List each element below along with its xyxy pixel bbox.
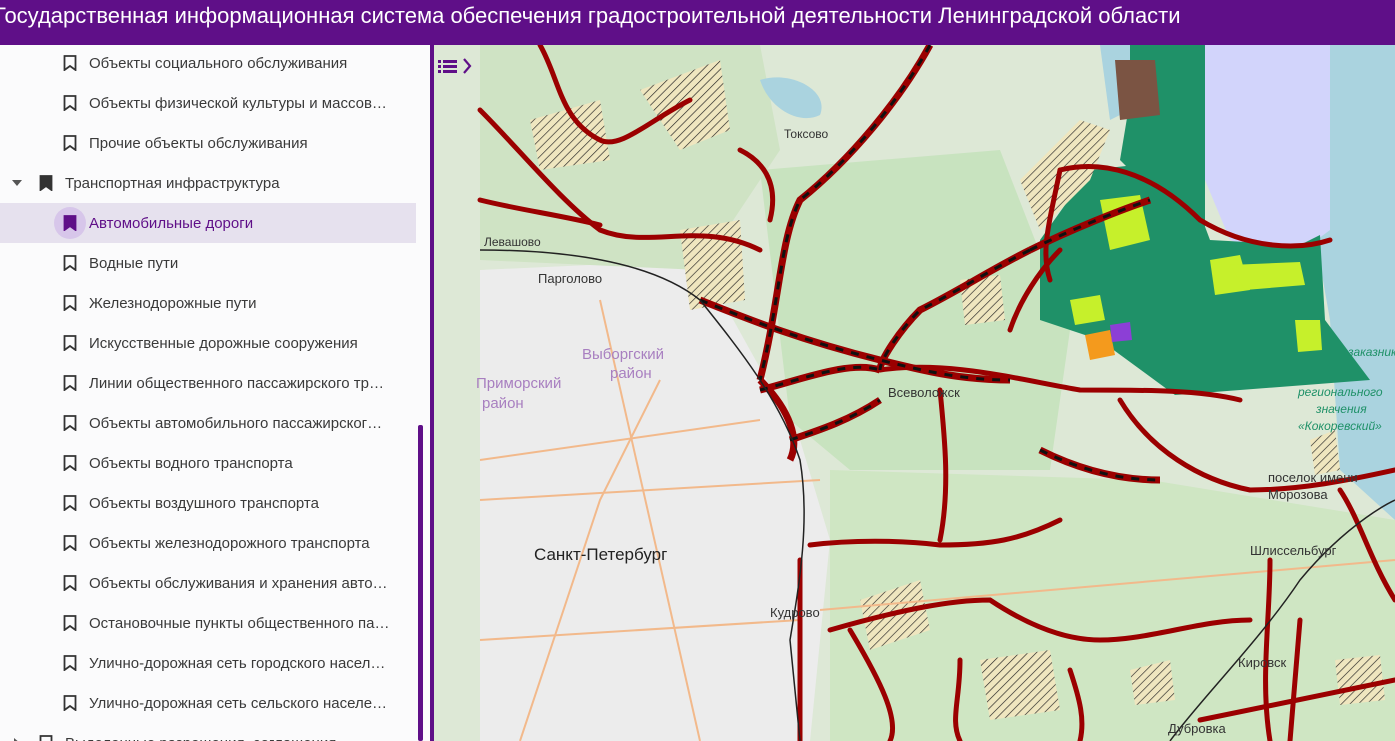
map-label-kudrovo: Кудрово <box>770 605 820 620</box>
layer-label: Объекты автомобильного пассажирског… <box>89 414 383 432</box>
layer-label: Автомобильные дороги <box>89 214 254 232</box>
layer-label: Прочие объекты обслуживания <box>89 134 308 152</box>
bookmark-outline-icon <box>63 655 77 671</box>
bookmark-outline-icon <box>39 735 53 741</box>
map-label-vyborgsky: Выборгский <box>582 346 665 363</box>
layer-item[interactable]: Остановочные пункты общественного па… <box>0 603 416 643</box>
map-label-primorsky: Приморский <box>476 375 562 392</box>
layers-panel: Объекты социального обслуживания Объекты … <box>0 45 431 741</box>
layer-item[interactable]: Объекты водного транспорта <box>0 443 416 483</box>
layer-item[interactable]: Объекты социального обслуживания <box>0 45 416 83</box>
map-label-dubrovka: Дубровка <box>1168 721 1226 736</box>
layer-group[interactable]: Выделенные разрешения, соглашения <box>0 723 416 741</box>
layer-label: Улично-дорожная сеть сельского населе… <box>89 694 388 712</box>
layer-label: Железнодорожные пути <box>89 294 257 312</box>
layer-label: Водные пути <box>89 254 179 272</box>
map-label-toksovo: Токсово <box>784 127 829 141</box>
bookmark-outline-icon <box>63 615 77 631</box>
layer-item[interactable]: Улично-дорожная сеть городского насел… <box>0 643 416 683</box>
layer-item[interactable]: Искусственные дорожные сооружения <box>0 323 416 363</box>
layer-label: Линии общественного пассажирского тр… <box>89 374 384 392</box>
map-label-raion: район <box>610 365 652 382</box>
layer-label: Улично-дорожная сеть городского насел… <box>89 654 386 672</box>
layer-label: Выделенные разрешения, соглашения <box>65 735 387 741</box>
layer-group[interactable]: Транспортная инфраструктура <box>0 163 416 203</box>
bookmark-outline-icon <box>63 535 77 551</box>
map-label-pargolovo: Парголово <box>538 271 603 286</box>
layer-label: Искусственные дорожные сооружения <box>89 334 358 352</box>
bookmark-outline-icon <box>63 95 77 111</box>
layer-item[interactable]: Автомобильные дороги <box>0 203 416 243</box>
map-label-raion-primorsky: район <box>482 395 524 412</box>
list-icon <box>438 58 472 74</box>
layer-label: Объекты социального обслуживания <box>89 54 348 72</box>
app-header: Государственная информационная система о… <box>0 0 1395 45</box>
map-label-spb: Санкт-Петербург <box>534 545 668 564</box>
layer-item[interactable]: Железнодорожные пути <box>0 283 416 323</box>
layer-item[interactable]: Объекты обслуживания и хранения авто… <box>0 563 416 603</box>
layer-label: Объекты железнодорожного транспорта <box>89 534 370 552</box>
layer-item[interactable]: Улично-дорожная сеть сельского населе… <box>0 683 416 723</box>
layer-label: Объекты физической культуры и массов… <box>89 94 387 112</box>
app-title: Государственная информационная система о… <box>0 3 1181 28</box>
map-label-morozova-2: Морозова <box>1268 487 1328 502</box>
layer-label: Объекты воздушного транспорта <box>89 494 319 512</box>
bookmark-outline-icon <box>63 55 77 71</box>
bookmark-outline-icon <box>63 695 77 711</box>
bookmark-outline-icon <box>63 135 77 151</box>
layer-item[interactable]: Объекты железнодорожного транспорта <box>0 523 416 563</box>
layer-item[interactable]: Объекты физической культуры и массов… <box>0 83 416 123</box>
layer-item[interactable]: Водные пути <box>0 243 416 283</box>
layer-item[interactable]: Линии общественного пассажирского тр… <box>0 363 416 403</box>
bookmark-outline-icon <box>63 255 77 271</box>
map-label-zakaznik-3: значения <box>1316 402 1367 416</box>
scrollbar[interactable] <box>418 425 423 741</box>
map-label-vsevolozhsk: Всеволожск <box>888 385 960 400</box>
bookmark-outline-icon <box>63 455 77 471</box>
map-label-zakaznik-1: заказник <box>1348 345 1395 359</box>
panel-divider[interactable] <box>430 45 434 741</box>
bookmark-outline-icon <box>63 295 77 311</box>
bookmark-filled-icon <box>39 175 53 191</box>
map-label-morozova-1: поселок имени <box>1268 470 1358 485</box>
map-label-zakaznik-4: «Кокоревский» <box>1298 419 1382 433</box>
map-label-kirovsk: Кировск <box>1238 655 1287 670</box>
layer-label: Остановочные пункты общественного па… <box>89 614 390 632</box>
bookmark-outline-icon <box>63 375 77 391</box>
panel-toggle-button[interactable] <box>430 45 480 90</box>
layer-label: Объекты обслуживания и хранения авто… <box>89 574 388 592</box>
map-label-zakaznik-2: регионального <box>1298 385 1383 399</box>
bookmark-outline-icon <box>63 575 77 591</box>
bookmark-filled-icon <box>63 215 77 231</box>
layer-label: Объекты водного транспорта <box>89 454 293 472</box>
map-label-shlisselburg: Шлиссельбург <box>1250 543 1337 558</box>
chevron-right-icon <box>463 58 472 74</box>
bookmark-outline-icon <box>63 335 77 351</box>
layer-item[interactable]: Прочие объекты обслуживания <box>0 123 416 163</box>
layer-item[interactable]: Объекты автомобильного пассажирског… <box>0 403 416 443</box>
layer-label: Транспортная инфраструктура <box>65 174 280 192</box>
caret-down-icon[interactable] <box>12 180 22 186</box>
brown-zone <box>1115 60 1160 120</box>
map-label-levashovo: Левашово <box>484 235 541 249</box>
bookmark-outline-icon <box>63 415 77 431</box>
bookmark-outline-icon <box>63 495 77 511</box>
layer-item[interactable]: Объекты воздушного транспорта <box>0 483 416 523</box>
